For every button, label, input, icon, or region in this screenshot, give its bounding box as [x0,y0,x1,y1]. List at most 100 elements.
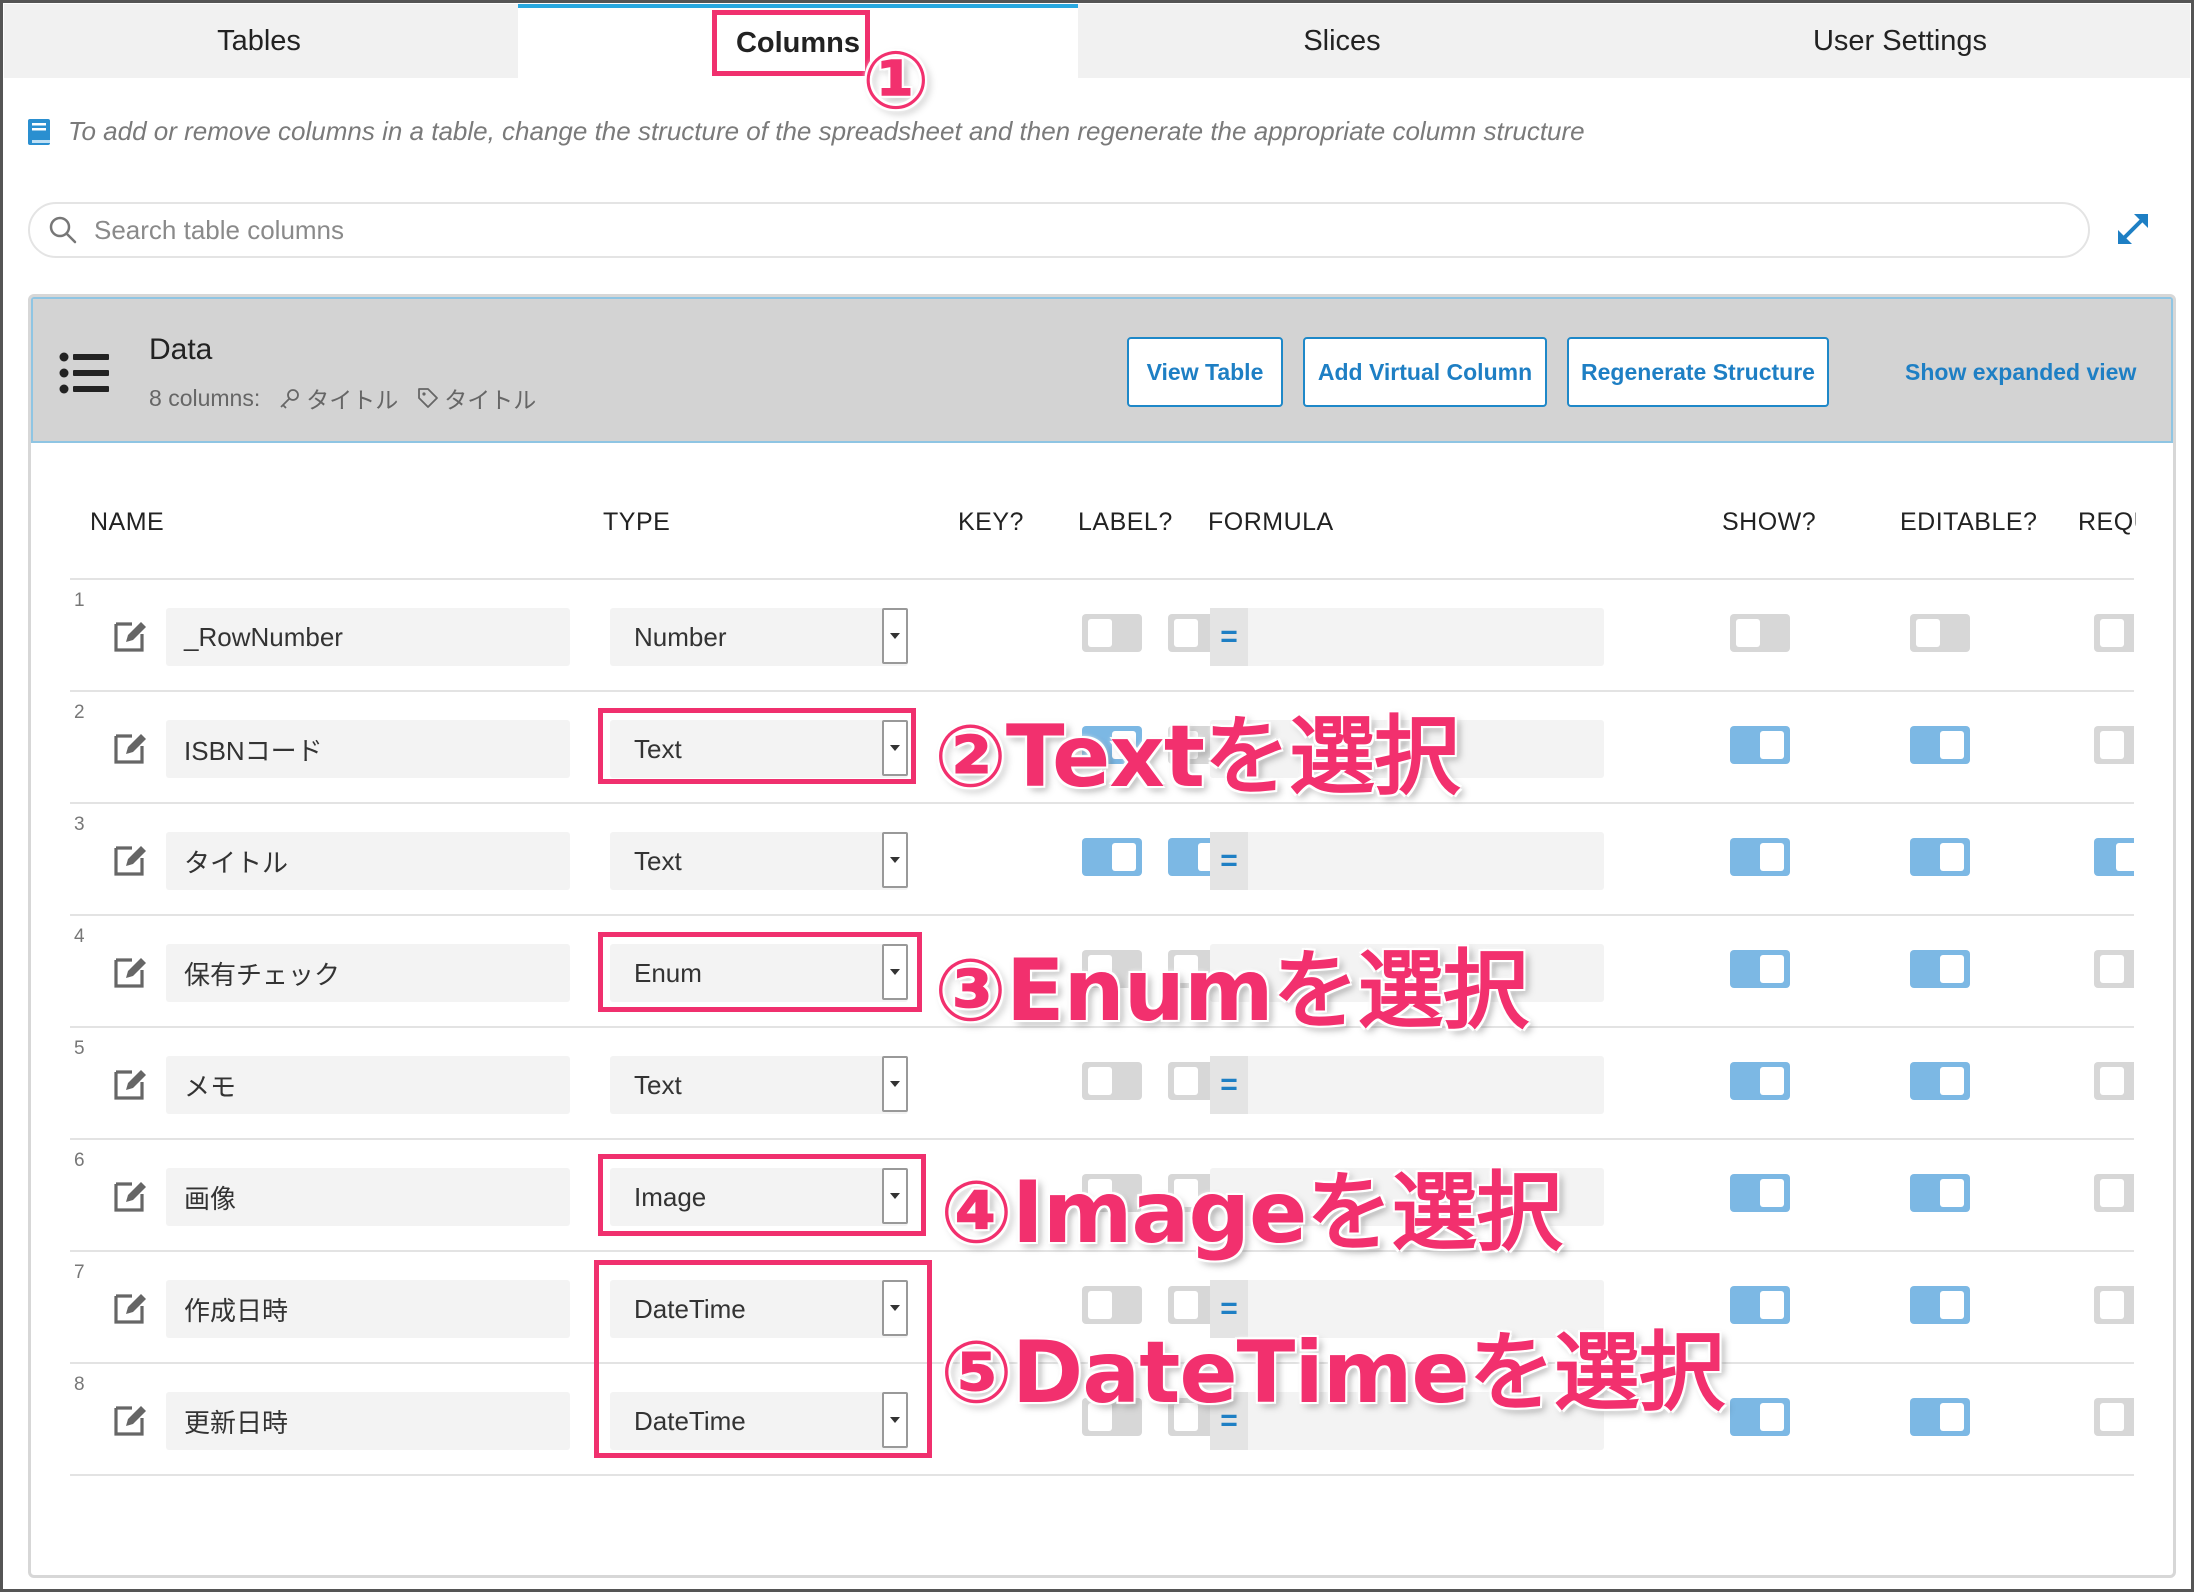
header-formula: FORMULA [1208,508,1334,536]
editable-toggle[interactable] [1910,1174,1970,1212]
column-name-field[interactable]: 作成日時 [166,1280,570,1338]
required-toggle[interactable] [2094,614,2134,652]
column-name-field[interactable]: 更新日時 [166,1392,570,1450]
toggle-knob [1088,619,1112,647]
editable-toggle[interactable] [1910,950,1970,988]
editable-toggle[interactable] [1910,1398,1970,1436]
toggle-knob [1760,843,1784,871]
toggle-knob [2100,1179,2124,1207]
required-toggle[interactable] [2094,838,2134,876]
column-name-field[interactable]: タイトル [166,832,570,890]
column-name-field[interactable]: 画像 [166,1168,570,1226]
search-bar [28,202,2090,258]
editable-toggle[interactable] [1910,1062,1970,1100]
edit-icon[interactable] [110,952,150,992]
formula-equals: = [1210,608,1248,666]
row-divider [70,1474,2134,1476]
required-toggle[interactable] [2094,726,2134,764]
required-toggle[interactable] [2094,1398,2134,1436]
row-number: 3 [74,814,85,835]
view-table-button[interactable]: View Table [1127,337,1283,407]
toggle-knob [1940,955,1964,983]
key-column-info: タイトル [278,381,398,415]
show-toggle[interactable] [1730,726,1790,764]
column-name-field[interactable]: 保有チェック [166,944,570,1002]
edit-icon[interactable] [110,1400,150,1440]
key-column-name: タイトル [306,387,399,413]
dropdown-arrow-icon[interactable] [882,608,908,664]
highlight-box-row6-type [598,1154,926,1236]
toggle-knob [1760,1291,1784,1319]
edit-icon[interactable] [110,1176,150,1216]
search-icon [49,216,77,244]
show-toggle[interactable] [1730,838,1790,876]
toggle-knob [2116,843,2134,871]
tab-user-settings[interactable]: User Settings [1606,4,2194,78]
add-virtual-column-button[interactable]: Add Virtual Column [1303,337,1547,407]
show-toggle[interactable] [1730,1174,1790,1212]
toggle-knob [1112,843,1136,871]
toggle-knob [1916,619,1940,647]
regenerate-structure-button[interactable]: Regenerate Structure [1567,337,1829,407]
show-toggle[interactable] [1730,614,1790,652]
tab-slices[interactable]: Slices [1082,4,1602,78]
column-type-select[interactable]: Text [610,1056,908,1114]
dropdown-arrow-icon[interactable] [882,832,908,888]
key-toggle[interactable] [1082,614,1142,652]
column-type-value: Number [634,621,727,652]
key-toggle[interactable] [1082,838,1142,876]
header-label: LABEL? [1078,508,1173,536]
formula-field[interactable]: = [1210,832,1604,890]
editable-toggle[interactable] [1910,1286,1970,1324]
edit-icon[interactable] [110,1064,150,1104]
header-required: REQU [2078,508,2136,536]
formula-field[interactable]: = [1210,1056,1604,1114]
show-expanded-view-link[interactable]: Show expanded view [1905,359,2136,386]
required-toggle[interactable] [2094,1174,2134,1212]
search-input[interactable] [92,213,1996,247]
edit-icon[interactable] [110,728,150,768]
tab-tables[interactable]: Tables [4,4,514,78]
edit-icon[interactable] [110,1288,150,1328]
tab-bar: Tables Columns Slices User Settings [4,4,2190,78]
toggle-knob [1760,1403,1784,1431]
row-number: 5 [74,1038,85,1059]
toggle-knob [1760,731,1784,759]
tag-icon [418,388,439,408]
show-toggle[interactable] [1730,1286,1790,1324]
required-toggle[interactable] [2094,1286,2134,1324]
required-toggle[interactable] [2094,1062,2134,1100]
edit-icon[interactable] [110,840,150,880]
column-type-select[interactable]: Text [610,832,908,890]
column-type-select[interactable]: Number [610,608,908,666]
toggle-knob [2100,619,2124,647]
tab-label: Slices [1303,24,1381,57]
key-toggle[interactable] [1082,1062,1142,1100]
annotation-step-4: ④Imageを選択 [940,1163,1562,1263]
table-row: 1 _RowNumber Number = [70,580,2134,692]
expand-arrows-icon[interactable] [2114,210,2152,248]
toggle-knob [2100,1403,2124,1431]
show-toggle[interactable] [1730,1398,1790,1436]
column-name-field[interactable]: ISBNコード [166,720,570,778]
highlight-box-row2-type [598,708,916,784]
dropdown-arrow-icon[interactable] [882,1056,908,1112]
column-type-value: Text [634,1069,682,1100]
required-toggle[interactable] [2094,950,2134,988]
column-name-field[interactable]: _RowNumber [166,608,570,666]
table-meta: 8 columns: タイトル タイトル [149,381,536,415]
row-number: 8 [74,1374,85,1395]
editable-toggle[interactable] [1910,614,1970,652]
highlight-box-columns-tab [712,10,870,76]
list-icon[interactable] [59,351,111,395]
row-number: 2 [74,702,85,723]
show-toggle[interactable] [1730,1062,1790,1100]
column-name-field[interactable]: メモ [166,1056,570,1114]
toggle-knob [2100,1067,2124,1095]
editable-toggle[interactable] [1910,726,1970,764]
editable-toggle[interactable] [1910,838,1970,876]
annotation-step-3: ③Enumを選択 [934,941,1529,1041]
formula-field[interactable]: = [1210,608,1604,666]
edit-icon[interactable] [110,616,150,656]
show-toggle[interactable] [1730,950,1790,988]
